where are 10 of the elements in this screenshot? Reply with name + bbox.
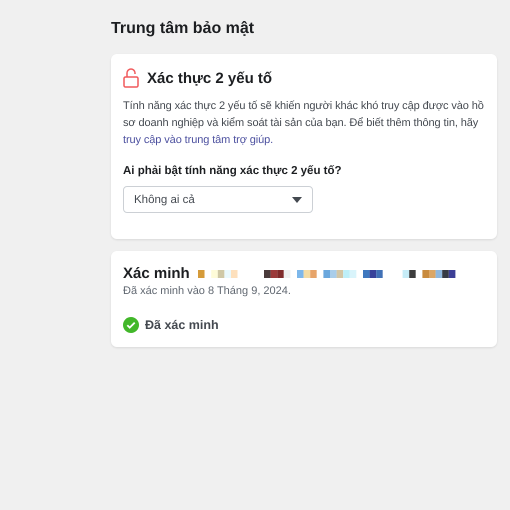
who-dropdown[interactable]: Không ai cả xyxy=(123,186,313,213)
page-title: Trung tâm bảo mật xyxy=(111,20,256,38)
help-center-link[interactable]: truy cập vào trung tâm trợ giúp. xyxy=(123,134,274,146)
card-title: Xác thực 2 yếu tố xyxy=(147,70,272,86)
question-label: Ai phải bật tính năng xác thực 2 yếu tố? xyxy=(123,165,343,177)
verified-status: Đã xác minh xyxy=(145,318,219,332)
caret-icon xyxy=(292,196,302,202)
card-title: Xác minh xyxy=(123,265,190,282)
verified-date: Đã xác minh vào 8 Tháng 9, 2024. xyxy=(123,285,292,297)
description-text: Tính năng xác thực 2 yếu tố sẽ khiến người khác khó truy cập được vào hồ sơ doanh nghiệp và kiểm soát tài sản của bạn. Để biết thêm thông tin, hãy truy cập vào trung tâm trợ giúp. xyxy=(123,99,485,148)
